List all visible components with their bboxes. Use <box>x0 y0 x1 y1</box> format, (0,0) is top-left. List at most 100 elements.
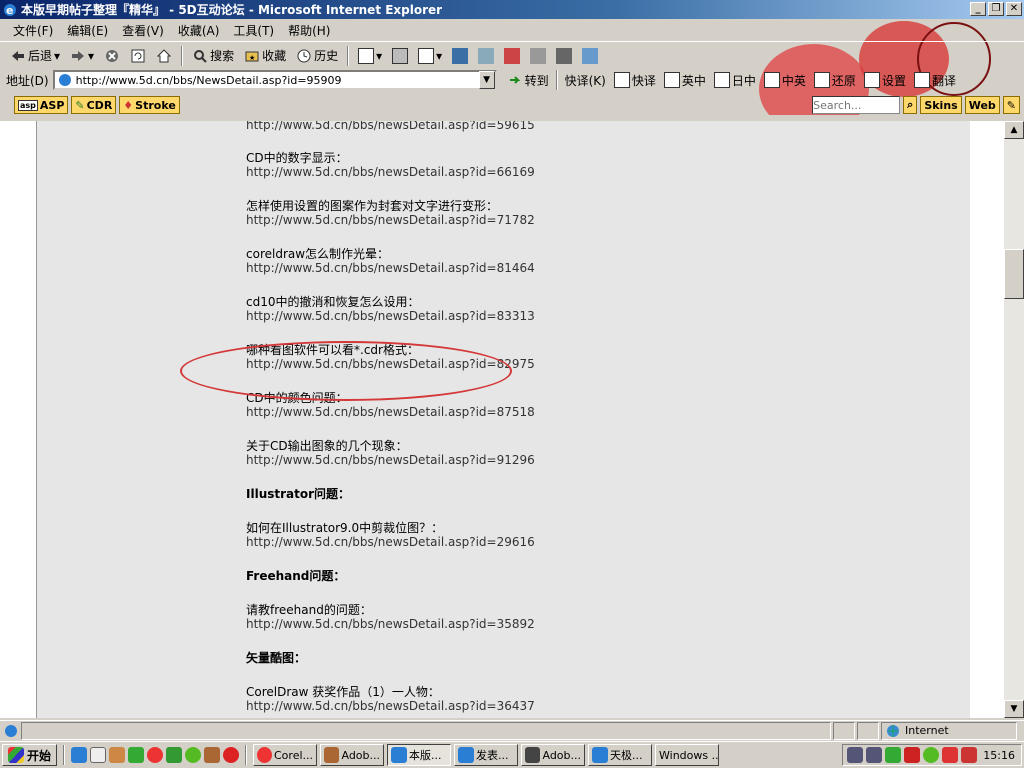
favorites-button[interactable]: ★ 收藏 <box>240 45 290 67</box>
address-label: 地址(D) <box>6 73 49 88</box>
asp-label: ASP <box>39 98 65 112</box>
back-button[interactable]: 后退 ▾ <box>6 45 64 67</box>
back-dropdown-icon[interactable]: ▾ <box>54 49 60 63</box>
entry-link[interactable]: http://www.5d.cn/bbs/newsDetail.asp?id=8… <box>246 405 535 419</box>
scroll-down-button[interactable]: ▼ <box>1004 700 1024 718</box>
address-input[interactable]: http://www.5d.cn/bbs/NewsDetail.asp?id=9… <box>52 70 497 90</box>
asp-link-button[interactable]: asp ASP <box>14 96 69 114</box>
highlight-button[interactable]: ✎ <box>1002 96 1020 114</box>
tool-button-2[interactable] <box>500 45 524 67</box>
security-zone: Internet <box>881 721 1017 740</box>
app-quicklaunch-icon[interactable] <box>166 747 183 763</box>
forward-button[interactable]: ▾ <box>66 45 98 67</box>
mail-dropdown-icon[interactable]: ▾ <box>376 49 382 63</box>
stop-button[interactable] <box>100 45 124 67</box>
scroll-thumb[interactable] <box>1004 249 1024 299</box>
go-label: 转到 <box>524 73 549 88</box>
quick-translate-button[interactable]: 快译 <box>610 69 660 91</box>
cdr-link-button[interactable]: ✎ CDR <box>71 96 117 114</box>
vertical-scrollbar[interactable]: ▲ ▼ <box>1004 121 1024 718</box>
tray-app-icon[interactable] <box>885 747 901 763</box>
entry-link[interactable]: http://www.5d.cn/bbs/newsDetail.asp?id=3… <box>246 699 535 713</box>
edit-dropdown-icon[interactable]: ▾ <box>436 49 442 63</box>
menu-favorites[interactable]: 收藏(A) <box>171 22 227 39</box>
app-quicklaunch-icon[interactable] <box>185 747 202 763</box>
translate-icon <box>504 47 521 64</box>
taskbar-button[interactable]: Corel... <box>253 744 318 766</box>
entry-link[interactable]: http://www.5d.cn/bbs/newsDetail.asp?id=8… <box>246 309 535 323</box>
app-quicklaunch-icon[interactable] <box>204 747 221 763</box>
entry-link[interactable]: http://www.5d.cn/bbs/newsDetail.asp?id=5… <box>246 121 535 132</box>
mail-button[interactable]: ▾ <box>354 45 386 67</box>
start-button[interactable]: 开始 <box>2 744 58 766</box>
taskbar-button[interactable]: 天极... <box>588 744 653 766</box>
messenger-button[interactable] <box>448 45 472 67</box>
network-icon[interactable] <box>866 747 882 763</box>
entry-link[interactable]: http://www.5d.cn/bbs/newsDetail.asp?id=9… <box>246 453 535 467</box>
tool-button-3[interactable] <box>526 45 550 67</box>
entry-link[interactable]: http://www.5d.cn/bbs/newsDetail.asp?id=3… <box>246 617 535 631</box>
close-button[interactable]: ✕ <box>1006 2 1022 16</box>
menu-help[interactable]: 帮助(H) <box>281 22 337 39</box>
ie-quicklaunch-icon[interactable] <box>71 747 88 763</box>
en-cn-button[interactable]: 英中 <box>660 69 710 91</box>
balloon-quicklaunch-icon[interactable] <box>147 747 164 763</box>
scroll-up-button[interactable]: ▲ <box>1004 121 1024 139</box>
taskbar-button[interactable]: Windows ... <box>655 744 720 766</box>
network-icon[interactable] <box>847 747 863 763</box>
taskbar-button[interactable]: 本版... <box>387 744 452 766</box>
antivirus-icon[interactable] <box>904 747 920 763</box>
clock[interactable]: 15:16 <box>983 749 1021 762</box>
app-quicklaunch-icon[interactable] <box>109 747 126 763</box>
minimize-button[interactable]: _ <box>970 2 986 16</box>
tray-app-icon[interactable] <box>923 747 939 763</box>
skins-button[interactable]: Skins <box>920 96 962 114</box>
address-dropdown-icon[interactable]: ▼ <box>478 71 495 89</box>
menu-tools[interactable]: 工具(T) <box>226 22 281 39</box>
settings-button[interactable]: 设置 <box>860 69 910 91</box>
tray-app-icon[interactable] <box>942 747 958 763</box>
cn-en-button[interactable]: 中英 <box>760 69 810 91</box>
edit-button[interactable]: ▾ <box>414 45 446 67</box>
restore-button[interactable]: ❐ <box>988 2 1004 16</box>
entry-link[interactable]: http://www.5d.cn/bbs/newsDetail.asp?id=6… <box>246 165 535 179</box>
taskbar-button[interactable]: Adob... <box>320 744 385 766</box>
tray-app-icon[interactable] <box>961 747 977 763</box>
history-button[interactable]: 历史 <box>292 45 342 67</box>
search-go-button[interactable]: ⌕ <box>903 96 918 114</box>
stroke-link-button[interactable]: ♦ Stroke <box>119 96 180 114</box>
refresh-button[interactable] <box>126 45 150 67</box>
taskbar-button[interactable]: Adob... <box>521 744 586 766</box>
search-button[interactable]: 搜索 <box>188 45 238 67</box>
taskbar-button[interactable]: 发表... <box>454 744 519 766</box>
entry-link[interactable]: http://www.5d.cn/bbs/newsDetail.asp?id=8… <box>246 261 535 275</box>
print-button[interactable] <box>388 45 412 67</box>
forward-dropdown-icon[interactable]: ▾ <box>88 49 94 63</box>
app-quicklaunch-icon[interactable] <box>128 747 145 763</box>
back-label: 后退 <box>28 49 53 63</box>
translate-icon <box>913 72 930 88</box>
tool-button-1[interactable] <box>474 45 498 67</box>
desktop-quicklaunch-icon[interactable] <box>90 747 107 763</box>
entry-link[interactable]: http://www.5d.cn/bbs/newsDetail.asp?id=2… <box>246 535 535 549</box>
web-button[interactable]: Web <box>964 96 1000 114</box>
content-panel: http://www.5d.cn/bbs/newsDetail.asp?id=5… <box>36 121 970 718</box>
menu-file[interactable]: 文件(F) <box>6 22 60 39</box>
translate-button[interactable]: 翻译 <box>910 69 960 91</box>
ie-icon <box>458 747 475 763</box>
tool-button-4[interactable] <box>552 45 576 67</box>
quick-translate-menu[interactable]: 快译(K) <box>561 69 610 91</box>
app-quicklaunch-icon[interactable] <box>223 747 240 763</box>
go-button[interactable]: 转到 <box>503 69 553 91</box>
section-heading: Freehand问题： <box>246 569 346 583</box>
toolbar-search-input[interactable] <box>812 96 901 114</box>
skins-label: Skins <box>924 98 958 112</box>
home-button[interactable] <box>152 45 176 67</box>
menu-bar: 文件(F) 编辑(E) 查看(V) 收藏(A) 工具(T) 帮助(H) <box>0 19 1024 42</box>
entry-link[interactable]: http://www.5d.cn/bbs/newsDetail.asp?id=7… <box>246 213 535 227</box>
menu-view[interactable]: 查看(V) <box>115 22 171 39</box>
jp-cn-button[interactable]: 日中 <box>710 69 760 91</box>
tool-button-5[interactable] <box>578 45 602 67</box>
menu-edit[interactable]: 编辑(E) <box>60 22 115 39</box>
restore-translate-button[interactable]: 还原 <box>810 69 860 91</box>
